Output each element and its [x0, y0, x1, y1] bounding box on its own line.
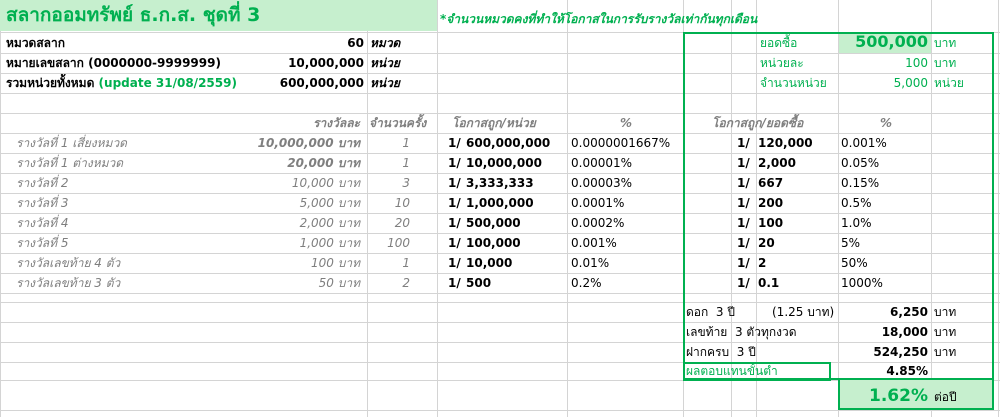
- row-pct[interactable]: 0.2%: [571, 273, 602, 293]
- row-chance[interactable]: 10,000: [466, 253, 512, 273]
- row-pct[interactable]: 0.00001%: [571, 153, 632, 173]
- row-pct[interactable]: 0.001%: [571, 233, 617, 253]
- row-name[interactable]: รางวัลที่ 1 ต่างหมวด: [16, 153, 123, 173]
- annual-return-value[interactable]: 1.62%: [838, 384, 928, 408]
- info-unit-category[interactable]: หมวด: [370, 33, 400, 53]
- row-times[interactable]: 2: [370, 273, 410, 293]
- info-value-total[interactable]: 600,000,000: [260, 73, 364, 93]
- row-chance[interactable]: 600,000,000: [466, 133, 550, 153]
- row-name[interactable]: รางวัลที่ 5: [16, 233, 69, 253]
- row-one[interactable]: 1/: [448, 213, 461, 233]
- row-one[interactable]: 1/: [448, 253, 461, 273]
- row-prize[interactable]: 20,000 บาท: [220, 153, 360, 173]
- row-times[interactable]: 100: [370, 233, 410, 253]
- row-times[interactable]: 3: [370, 173, 410, 193]
- row-times[interactable]: 1: [370, 133, 410, 153]
- row-chance[interactable]: 1,000,000: [466, 193, 534, 213]
- note-text: *จำนวนหมวดคงที่ทำให้โอกาสในการรับรางวัลเ…: [440, 12, 758, 26]
- info-total-update: (update 31/08/2559): [98, 76, 237, 90]
- row-pct[interactable]: 0.0001%: [571, 193, 624, 213]
- row-pct[interactable]: 0.00003%: [571, 173, 632, 193]
- row-pct[interactable]: 0.0000001667%: [571, 133, 670, 153]
- row-prize[interactable]: 100 บาท: [220, 253, 360, 273]
- row-prize[interactable]: 10,000 บาท: [220, 173, 360, 193]
- header-pct[interactable]: %: [620, 113, 632, 133]
- row-name[interactable]: รางวัลที่ 1 เสี่ยงหมวด: [16, 133, 127, 153]
- info-value-numbers[interactable]: 10,000,000: [260, 53, 364, 73]
- row-name[interactable]: รางวัลที่ 2: [16, 173, 69, 193]
- header-prize[interactable]: รางวัลละ: [270, 113, 360, 133]
- row-one[interactable]: 1/: [448, 153, 461, 173]
- sheet-title: สลากออมทรัพย์ ธ.ก.ส. ชุดที่ 3: [6, 4, 261, 26]
- row-chance[interactable]: 100,000: [466, 233, 521, 253]
- row-prize[interactable]: 2,000 บาท: [220, 213, 360, 233]
- row-times[interactable]: 20: [370, 213, 410, 233]
- info-unit-total[interactable]: หน่วย: [370, 73, 400, 93]
- row-prize[interactable]: 5,000 บาท: [220, 193, 360, 213]
- row-one[interactable]: 1/: [448, 173, 461, 193]
- row-times[interactable]: 10: [370, 193, 410, 213]
- row-one[interactable]: 1/: [448, 273, 461, 293]
- purchase-summary-border: [683, 32, 994, 380]
- info-value-category[interactable]: 60: [280, 33, 364, 53]
- row-name[interactable]: รางวัลที่ 3: [16, 193, 69, 213]
- info-label-total[interactable]: รวมหน่วยทั้งหมด (update 31/08/2559): [6, 73, 237, 93]
- row-name[interactable]: รางวัลที่ 4: [16, 213, 69, 233]
- info-label-category[interactable]: หมวดสลาก: [6, 33, 65, 53]
- row-chance[interactable]: 500,000: [466, 213, 521, 233]
- info-total-text: รวมหน่วยทั้งหมด: [6, 76, 95, 90]
- row-one[interactable]: 1/: [448, 133, 461, 153]
- row-name[interactable]: รางวัลเลขท้าย 4 ตัว: [16, 253, 120, 273]
- row-name[interactable]: รางวัลเลขท้าย 3 ตัว: [16, 273, 120, 293]
- row-chance[interactable]: 500: [466, 273, 491, 293]
- row-chance[interactable]: 10,000,000: [466, 153, 542, 173]
- row-one[interactable]: 1/: [448, 193, 461, 213]
- row-times[interactable]: 1: [370, 253, 410, 273]
- header-times[interactable]: จำนวนครั้ง: [369, 113, 426, 133]
- row-times[interactable]: 1: [370, 153, 410, 173]
- row-chance[interactable]: 3,333,333: [466, 173, 534, 193]
- annual-return-unit[interactable]: ต่อปี: [934, 387, 957, 407]
- info-unit-numbers[interactable]: หน่วย: [370, 53, 400, 73]
- row-prize[interactable]: 50 บาท: [220, 273, 360, 293]
- row-pct[interactable]: 0.01%: [571, 253, 609, 273]
- row-prize[interactable]: 1,000 บาท: [220, 233, 360, 253]
- header-chance-unit[interactable]: โอกาสถูก/หน่วย: [452, 113, 536, 133]
- info-label-numbers[interactable]: หมายเลขสลาก (0000000-9999999): [6, 53, 221, 73]
- row-prize[interactable]: 10,000,000 บาท: [220, 133, 360, 153]
- row-one[interactable]: 1/: [448, 233, 461, 253]
- row-pct[interactable]: 0.0002%: [571, 213, 624, 233]
